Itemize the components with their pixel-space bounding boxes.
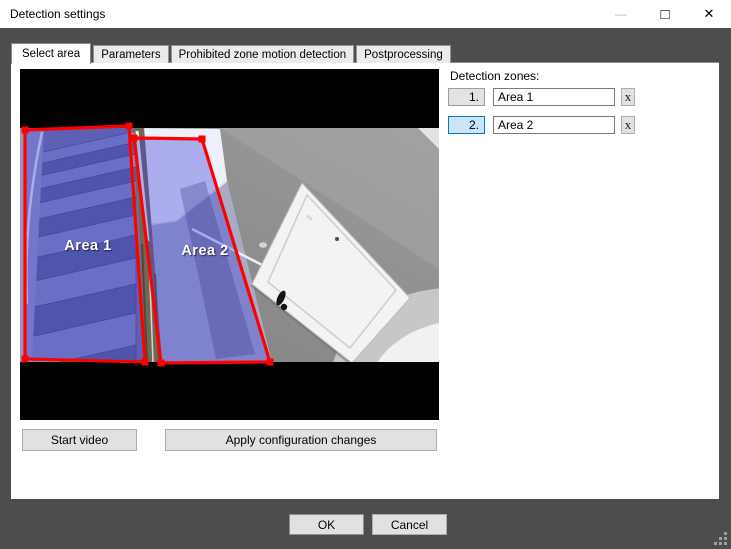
resize-grip-icon[interactable]: [714, 532, 728, 546]
window-controls: — □ ✕: [599, 0, 731, 28]
cancel-button[interactable]: Cancel: [372, 514, 447, 535]
zone-2-name-input[interactable]: [493, 116, 615, 134]
detection-settings-dialog: Detection settings — □ ✕ Select area Par…: [0, 0, 731, 549]
ok-button[interactable]: OK: [289, 514, 364, 535]
window-title: Detection settings: [0, 7, 599, 21]
tab-parameters[interactable]: Parameters: [93, 45, 168, 63]
zone-row-2: 2. x: [448, 116, 638, 134]
zone-label-area1: Area 1: [64, 238, 111, 254]
zone-row-1: 1. x: [448, 88, 638, 106]
tab-prohibited-zone-motion-detection[interactable]: Prohibited zone motion detection: [171, 45, 355, 63]
peephole: [335, 237, 339, 241]
zone-label-area2: Area 2: [181, 243, 228, 259]
apply-configuration-button[interactable]: Apply configuration changes: [165, 429, 437, 451]
maximize-button[interactable]: □: [643, 0, 687, 28]
tab-postprocessing[interactable]: Postprocessing: [356, 45, 451, 63]
zone-1-name-input[interactable]: [493, 88, 615, 106]
camera-frame: Area 1 Area 2: [20, 69, 439, 420]
tab-select-area[interactable]: Select area: [11, 43, 91, 64]
zone-1-index-button[interactable]: 1.: [448, 88, 485, 106]
close-icon: ✕: [704, 6, 715, 22]
zone-1-remove-button[interactable]: x: [621, 88, 635, 106]
select-area-tab-page: Area 1 Area 2 Start video Apply configur…: [11, 62, 719, 499]
zone-2-remove-button[interactable]: x: [621, 116, 635, 134]
minimize-icon: —: [615, 7, 627, 21]
detection-zones-heading: Detection zones:: [450, 69, 539, 83]
maximize-icon: □: [660, 6, 669, 23]
minimize-button[interactable]: —: [599, 0, 643, 28]
video-preview[interactable]: Area 1 Area 2: [20, 69, 439, 420]
start-video-button[interactable]: Start video: [22, 429, 137, 451]
zone-2-index-button[interactable]: 2.: [448, 116, 485, 134]
titlebar: Detection settings — □ ✕: [0, 0, 731, 28]
tab-strip: Select area Parameters Prohibited zone m…: [11, 42, 451, 63]
close-button[interactable]: ✕: [687, 0, 731, 28]
